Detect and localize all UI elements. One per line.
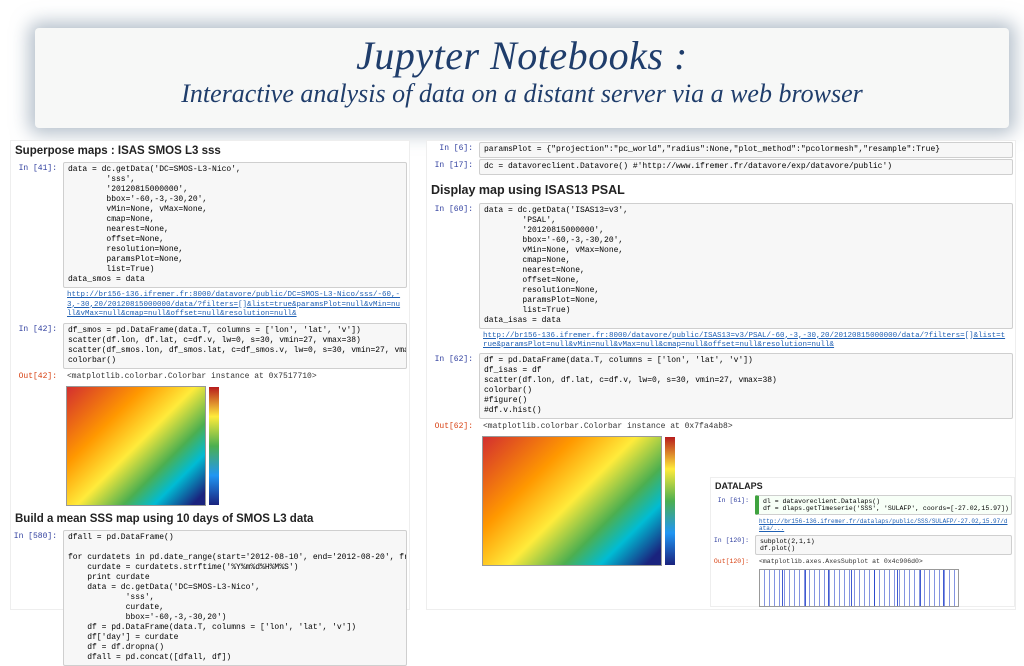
left-notebook-panel: Superpose maps : ISAS SMOS L3 sss In [41… [10, 140, 410, 610]
code-42[interactable]: df_smos = pd.DataFrame(data.T, columns =… [63, 323, 407, 369]
code-580[interactable]: dfall = pd.DataFrame() for curdatets in … [63, 530, 407, 666]
code-62[interactable]: df = pd.DataFrame(data.T, columns = ['lo… [479, 353, 1013, 419]
code-6[interactable]: paramsPlot = {"projection":"pc_world","r… [479, 142, 1013, 158]
out-42-text: <matplotlib.colorbar.Colorbar instance a… [63, 370, 407, 384]
cell-62: In [62]: df = pd.DataFrame(data.T, colum… [429, 353, 1013, 419]
title-line1: Jupyter Notebooks : [35, 32, 1009, 79]
inset-out-120-text: <matplotlib.axes.AxesSubplot at 0x4c906d… [755, 556, 1012, 567]
output-url-41[interactable]: http://br156-136.ifremer.fr:8000/datavor… [63, 289, 407, 321]
isas-map-image [482, 436, 662, 566]
smos-map-image [66, 386, 206, 506]
left-heading-1: Superpose maps : ISAS SMOS L3 sss [15, 144, 405, 158]
cell-17: In [17]: dc = datavoreclient.Datavore() … [429, 159, 1013, 175]
prompt-in-60: In [60]: [429, 203, 479, 329]
output-url-60[interactable]: http://br156-136.ifremer.fr:8000/datavor… [479, 330, 1013, 353]
inset-prompt-61: In [61]: [713, 495, 755, 515]
prompt-in-6: In [6]: [429, 142, 479, 158]
prompt-in-62: In [62]: [429, 353, 479, 419]
cell-42: In [42]: df_smos = pd.DataFrame(data.T, … [13, 323, 407, 369]
title-banner: Jupyter Notebooks : Interactive analysis… [35, 28, 1009, 128]
prompt-out-62: Out[62]: [429, 420, 479, 434]
inset-url: http://br156-136.ifremer.fr/datalaps/pub… [713, 516, 1012, 534]
inset-code-120[interactable]: subplot(2,1,1) df.plot() [755, 535, 1012, 555]
cell-60: In [60]: data = dc.getData('ISAS13=v3', … [429, 203, 1013, 329]
inset-cell-61: In [61]: dl = datavoreclient.Datalaps() … [713, 495, 1012, 515]
code-60[interactable]: data = dc.getData('ISAS13=v3', 'PSAL', '… [479, 203, 1013, 329]
inset-title: DATALAPS [711, 478, 1014, 494]
inset-cell-120: In [120]: subplot(2,1,1) df.plot() [713, 535, 1012, 555]
out-42: Out[42]: <matplotlib.colorbar.Colorbar i… [13, 370, 407, 384]
prompt-out-42: Out[42]: [13, 370, 63, 384]
left-heading-2: Build a mean SSS map using 10 days of SM… [15, 512, 405, 526]
cell-6: In [6]: paramsPlot = {"projection":"pc_w… [429, 142, 1013, 158]
code-41[interactable]: data = dc.getData('DC=SMOS-L3-Nico', 'ss… [63, 162, 407, 288]
out-62: Out[62]: <matplotlib.colorbar.Colorbar i… [429, 420, 1013, 434]
cell-60-url: http://br156-136.ifremer.fr:8000/datavor… [429, 330, 1013, 353]
out-62-text: <matplotlib.colorbar.Colorbar instance a… [479, 420, 1013, 434]
right-heading: Display map using ISAS13 PSAL [431, 183, 1011, 199]
code-17[interactable]: dc = datavoreclient.Datavore() #'http://… [479, 159, 1013, 175]
title-line2: Interactive analysis of data on a distan… [35, 79, 1009, 109]
inset-out-120: Out[120]: <matplotlib.axes.AxesSubplot a… [713, 556, 1012, 567]
cell-41: In [41]: data = dc.getData('DC=SMOS-L3-N… [13, 162, 407, 288]
inset-code-61[interactable]: dl = datavoreclient.Datalaps() df = dlap… [755, 495, 1012, 515]
cell-580: In [580]: dfall = pd.DataFrame() for cur… [13, 530, 407, 666]
datalaps-timeseries-image [759, 569, 959, 607]
prompt-in-42: In [42]: [13, 323, 63, 369]
datalaps-inset-panel: DATALAPS In [61]: dl = datavoreclient.Da… [710, 477, 1015, 607]
cell-41-url: http://br156-136.ifremer.fr:8000/datavor… [13, 289, 407, 321]
inset-prompt-120: In [120]: [713, 535, 755, 555]
inset-output-url[interactable]: http://br156-136.ifremer.fr/datalaps/pub… [755, 516, 1012, 534]
prompt-in-580: In [580]: [13, 530, 63, 666]
prompt-in-41: In [41]: [13, 162, 63, 288]
inset-prompt-out-120: Out[120]: [713, 556, 755, 567]
prompt-in-17: In [17]: [429, 159, 479, 175]
